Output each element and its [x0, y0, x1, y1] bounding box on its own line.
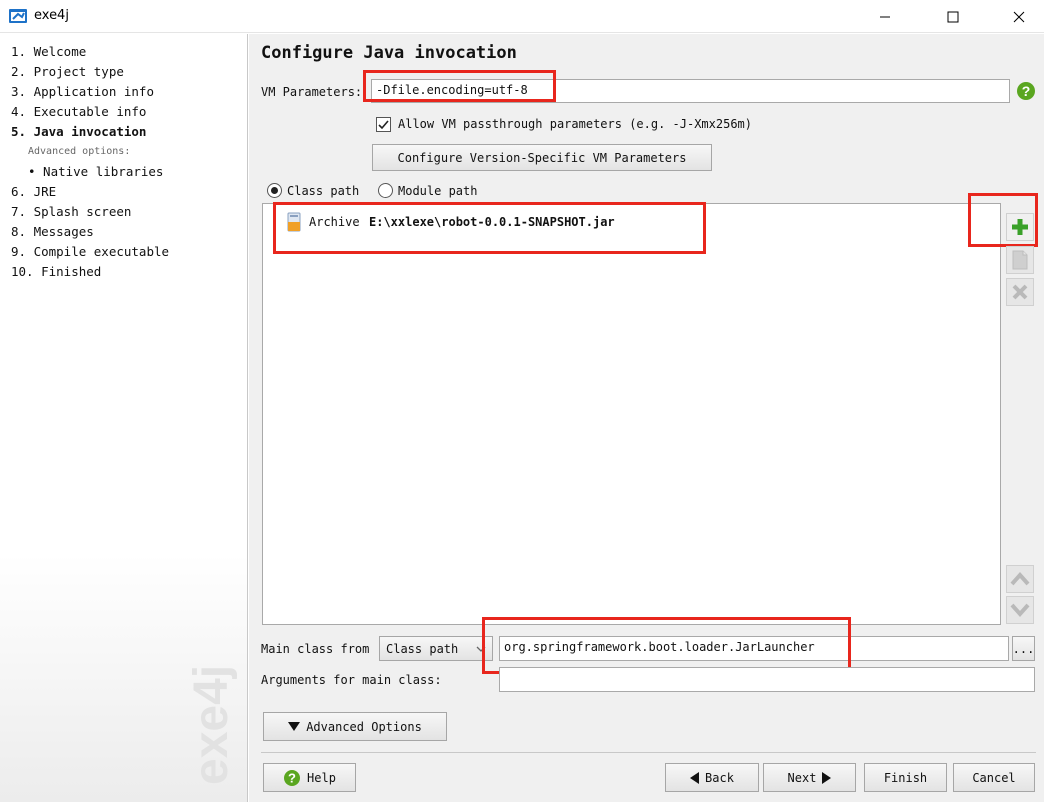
step-project-type[interactable]: 2. Project type	[11, 64, 124, 79]
step-jre[interactable]: 6. JRE	[11, 184, 56, 199]
modulepath-radio[interactable]	[378, 183, 393, 198]
delete-x-icon	[1012, 284, 1028, 300]
finish-button[interactable]: Finish	[864, 763, 947, 792]
step-splash-screen[interactable]: 7. Splash screen	[11, 204, 131, 219]
svg-text:?: ?	[1022, 83, 1031, 99]
modulepath-radio-label: Module path	[398, 184, 478, 198]
add-entry-highlight	[968, 193, 1038, 247]
next-button-label: Next	[787, 770, 817, 785]
step-finished[interactable]: 10. Finished	[11, 264, 101, 279]
page-title: Configure Java invocation	[261, 43, 517, 63]
vm-parameters-highlight	[363, 70, 556, 102]
classpath-radio-label: Class path	[287, 184, 360, 198]
chevron-up-icon	[1010, 572, 1030, 586]
main-class-highlight	[482, 617, 851, 674]
window-title: exe4j	[34, 8, 69, 23]
back-button[interactable]: Back	[665, 763, 759, 792]
chevron-down-icon	[1010, 603, 1030, 617]
move-up-button[interactable]	[1006, 565, 1034, 593]
arguments-input[interactable]	[499, 667, 1035, 692]
help-button-label: Help	[307, 770, 336, 785]
app-icon	[9, 8, 27, 24]
classpath-list[interactable]	[262, 203, 1001, 625]
help-icon: ?	[284, 769, 301, 786]
remove-entry-button[interactable]	[1006, 278, 1034, 306]
edit-document-icon	[1012, 250, 1028, 270]
svg-text:exe4j: exe4j	[185, 665, 238, 785]
triangle-left-icon	[690, 771, 700, 784]
configure-version-specific-button[interactable]: Configure Version-Specific VM Parameters	[372, 144, 712, 171]
move-down-button[interactable]	[1006, 596, 1034, 624]
triangle-down-icon	[288, 722, 301, 731]
step-welcome[interactable]: 1. Welcome	[11, 44, 86, 59]
advanced-options-label: Advanced Options	[306, 719, 422, 734]
classpath-radio[interactable]	[267, 183, 282, 198]
step-application-info[interactable]: 3. Application info	[11, 84, 154, 99]
step-executable-info[interactable]: 4. Executable info	[11, 104, 146, 119]
passthrough-label: Allow VM passthrough parameters (e.g. -J…	[398, 117, 753, 131]
check-icon	[378, 120, 389, 130]
close-icon	[1013, 11, 1025, 22]
vm-parameters-label: VM Parameters:	[261, 85, 363, 99]
triangle-right-icon	[822, 771, 832, 784]
minimize-icon	[880, 16, 890, 17]
advanced-options-heading: Advanced options:	[28, 146, 131, 157]
advanced-options-button[interactable]: Advanced Options	[263, 712, 447, 741]
browse-main-class-button[interactable]: ...	[1012, 636, 1035, 661]
help-button[interactable]: ? Help	[263, 763, 356, 792]
main-class-source-value: Class path	[386, 641, 459, 656]
close-button[interactable]	[996, 0, 1042, 33]
arguments-label: Arguments for main class:	[261, 673, 442, 687]
step-java-invocation[interactable]: 5. Java invocation	[11, 124, 146, 139]
step-compile-executable[interactable]: 9. Compile executable	[11, 244, 169, 259]
maximize-button[interactable]	[930, 0, 976, 33]
footer-divider	[261, 752, 1036, 753]
svg-text:?: ?	[288, 770, 296, 785]
next-button[interactable]: Next	[763, 763, 856, 792]
cancel-button[interactable]: Cancel	[953, 763, 1035, 792]
main-class-source-dropdown[interactable]: Class path	[379, 636, 493, 661]
maximize-icon	[947, 11, 959, 22]
step-native-libraries[interactable]: • Native libraries	[28, 164, 163, 179]
passthrough-checkbox[interactable]	[376, 117, 391, 132]
edit-entry-button[interactable]	[1006, 246, 1034, 274]
main-class-label: Main class from	[261, 642, 370, 656]
minimize-button[interactable]	[862, 0, 908, 33]
archive-highlight	[273, 202, 706, 254]
back-button-label: Back	[705, 770, 734, 785]
help-icon[interactable]: ?	[1016, 81, 1036, 101]
exe4j-watermark-logo: exe4j	[185, 665, 238, 785]
step-messages[interactable]: 8. Messages	[11, 224, 94, 239]
